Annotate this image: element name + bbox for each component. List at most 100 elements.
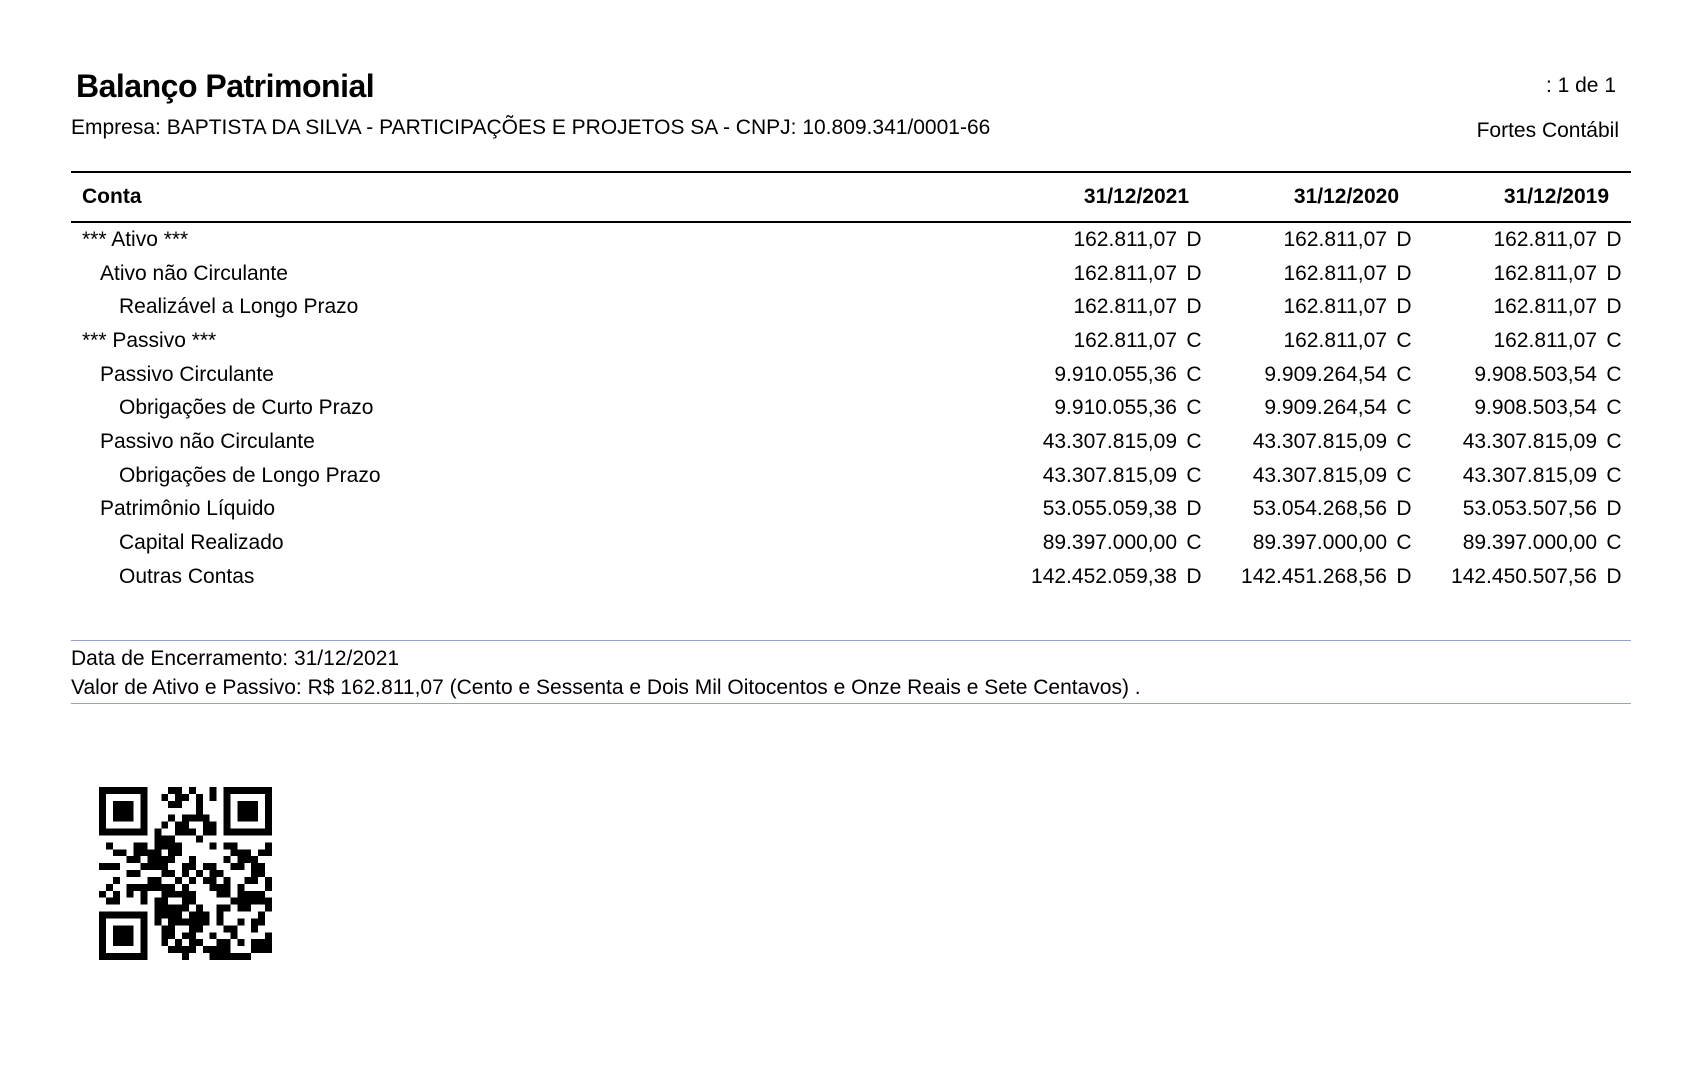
report-title: Balanço Patrimonial xyxy=(76,68,375,104)
debit-credit-indicator: C xyxy=(1186,531,1202,555)
balance-cell: 162.811,07 C xyxy=(1001,324,1211,358)
balance-amount: 53.053.507,56 xyxy=(1462,497,1597,521)
debit-credit-indicator: D xyxy=(1396,227,1412,251)
debit-credit-indicator: C xyxy=(1396,362,1412,386)
balance-amount: 9.909.264,54 xyxy=(1264,362,1387,386)
debit-credit-indicator: C xyxy=(1186,362,1202,386)
balance-cell: 162.811,07 D xyxy=(1001,257,1211,291)
balance-amount: 142.452.059,38 xyxy=(1031,564,1177,588)
balance-cell: 9.910.055,36 C xyxy=(1001,391,1211,425)
account-name: Patrimônio Líquido xyxy=(100,497,276,521)
footer-summary: Data de Encerramento: 31/12/2021 Valor d… xyxy=(71,640,1631,704)
balance-cell: 162.811,07 D xyxy=(1421,257,1631,291)
debit-credit-indicator: C xyxy=(1396,463,1412,487)
balance-cell: 43.307.815,09 C xyxy=(1211,425,1421,459)
balance-amount: 162.811,07 xyxy=(1493,295,1597,319)
balance-cell: 162.811,07 D xyxy=(1421,290,1631,324)
table-body: *** Ativo *** 162.811,07 D 162.811,07 D 162.8… xyxy=(71,222,1631,594)
table-row: Passivo não Circulante 43.307.815,09 C 43.3… xyxy=(71,425,1631,459)
table-row: Realizável a Longo Prazo 162.811,07 D 162.8… xyxy=(71,290,1631,324)
debit-credit-indicator: C xyxy=(1396,328,1412,352)
balance-amount: 89.397.000,00 xyxy=(1462,531,1597,555)
debit-credit-indicator: D xyxy=(1606,564,1622,588)
debit-credit-indicator: C xyxy=(1606,396,1622,420)
balance-cell: 53.053.507,56 D xyxy=(1421,493,1631,527)
balance-amount: 162.811,07 xyxy=(1493,227,1597,251)
balance-amount: 162.811,07 xyxy=(1073,261,1177,285)
debit-credit-indicator: C xyxy=(1396,396,1412,420)
debit-credit-indicator: C xyxy=(1186,463,1202,487)
debit-credit-indicator: D xyxy=(1396,497,1412,521)
balance-cell: 89.397.000,00 C xyxy=(1001,526,1211,560)
balance-amount: 43.307.815,09 xyxy=(1252,463,1387,487)
balance-amount: 53.054.268,56 xyxy=(1252,497,1387,521)
balance-cell: 89.397.000,00 C xyxy=(1421,526,1631,560)
balance-amount: 162.811,07 xyxy=(1073,295,1177,319)
debit-credit-indicator: C xyxy=(1606,531,1622,555)
balance-amount: 162.811,07 xyxy=(1283,295,1387,319)
column-header-2019: 31/12/2019 xyxy=(1421,171,1631,223)
account-name: Realizável a Longo Prazo xyxy=(119,295,359,319)
debit-credit-indicator: D xyxy=(1396,261,1412,285)
balance-cell: 53.054.268,56 D xyxy=(1211,493,1421,527)
table-row: *** Passivo *** 162.811,07 C 162.811,07 C 162… xyxy=(71,324,1631,358)
debit-credit-indicator: C xyxy=(1606,362,1622,386)
debit-credit-indicator: C xyxy=(1396,429,1412,453)
debit-credit-indicator: D xyxy=(1606,227,1622,251)
balance-cell: 162.811,07 D xyxy=(1211,290,1421,324)
table-row: Obrigações de Longo Prazo 43.307.815,09 C 4… xyxy=(71,459,1631,493)
balance-amount: 162.811,07 xyxy=(1283,227,1387,251)
page-number: : 1 de 1 xyxy=(1545,74,1616,97)
account-name: Passivo Circulante xyxy=(100,362,274,386)
balance-amount: 43.307.815,09 xyxy=(1042,429,1177,453)
account-name: Outras Contas xyxy=(119,564,255,588)
balance-cell: 43.307.815,09 C xyxy=(1211,459,1421,493)
balance-cell: 53.055.059,38 D xyxy=(1001,493,1211,527)
balance-cell: 142.452.059,38 D xyxy=(1001,560,1211,594)
table-row: Ativo não Circulante 162.811,07 D 162.811,0… xyxy=(71,257,1631,291)
balance-cell: 9.908.503,54 C xyxy=(1421,358,1631,392)
debit-credit-indicator: C xyxy=(1186,328,1202,352)
balance-cell: 142.450.507,56 D xyxy=(1421,560,1631,594)
qr-code-icon xyxy=(99,787,272,960)
balance-amount: 162.811,07 xyxy=(1493,328,1597,352)
debit-credit-indicator: D xyxy=(1186,295,1202,319)
column-header-2020: 31/12/2020 xyxy=(1211,171,1421,223)
debit-credit-indicator: C xyxy=(1186,429,1202,453)
debit-credit-indicator: D xyxy=(1606,295,1622,319)
account-name: Passivo não Circulante xyxy=(100,429,315,453)
balance-amount: 43.307.815,09 xyxy=(1462,463,1597,487)
balance-amount: 162.811,07 xyxy=(1073,227,1177,251)
table-row: *** Ativo *** 162.811,07 D 162.811,07 D 162.8… xyxy=(71,222,1631,257)
balance-amount: 162.811,07 xyxy=(1493,261,1597,285)
debit-credit-indicator: C xyxy=(1186,396,1202,420)
balance-amount: 9.910.055,36 xyxy=(1054,396,1177,420)
system-name: Fortes Contábil xyxy=(1476,119,1619,142)
table-row: Capital Realizado 89.397.000,00 C 89.397.00… xyxy=(71,526,1631,560)
balance-cell: 9.908.503,54 C xyxy=(1421,391,1631,425)
balance-table: Conta 31/12/2021 31/12/2020 31/12/2019 *… xyxy=(71,171,1631,594)
balance-amount: 43.307.815,09 xyxy=(1042,463,1177,487)
balance-amount: 43.307.815,09 xyxy=(1462,429,1597,453)
debit-credit-indicator: D xyxy=(1606,261,1622,285)
total-value-text: Valor de Ativo e Passivo: R$ 162.811,07 … xyxy=(71,676,1141,699)
balance-amount: 142.451.268,56 xyxy=(1241,564,1387,588)
balance-cell: 43.307.815,09 C xyxy=(1421,425,1631,459)
balance-amount: 162.811,07 xyxy=(1283,328,1387,352)
closing-date: Data de Encerramento: 31/12/2021 xyxy=(71,647,400,670)
balance-cell: 162.811,07 D xyxy=(1421,222,1631,257)
balance-cell: 162.811,07 D xyxy=(1211,257,1421,291)
balance-amount: 89.397.000,00 xyxy=(1042,531,1177,555)
debit-credit-indicator: D xyxy=(1186,227,1202,251)
account-name: Obrigações de Longo Prazo xyxy=(119,463,381,487)
balance-cell: 142.451.268,56 D xyxy=(1211,560,1421,594)
debit-credit-indicator: D xyxy=(1396,295,1412,319)
balance-cell: 162.811,07 C xyxy=(1211,324,1421,358)
balance-cell: 43.307.815,09 C xyxy=(1001,459,1211,493)
balance-amount: 162.811,07 xyxy=(1073,328,1177,352)
column-header-2021: 31/12/2021 xyxy=(1001,171,1211,223)
debit-credit-indicator: C xyxy=(1606,463,1622,487)
debit-credit-indicator: D xyxy=(1396,564,1412,588)
report-page: Balanço Patrimonial : 1 de 1 Empresa: BA… xyxy=(0,0,1691,1091)
balance-cell: 162.811,07 D xyxy=(1211,222,1421,257)
